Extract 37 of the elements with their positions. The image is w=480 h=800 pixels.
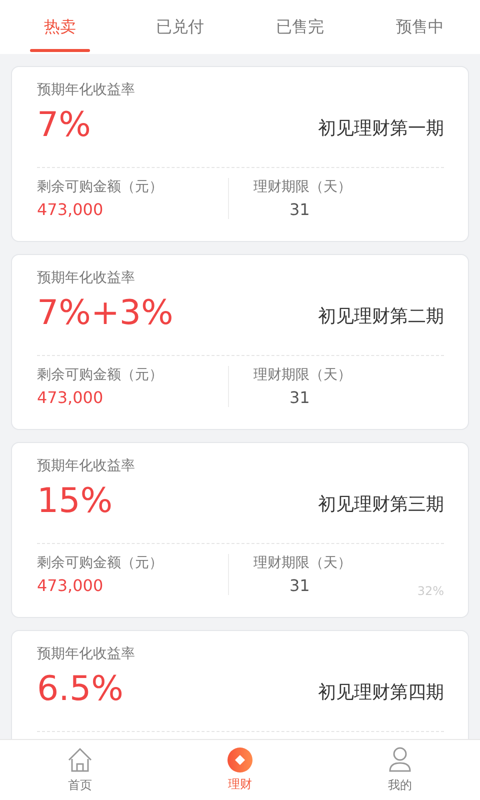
nav-item[interactable]: 我的: [320, 740, 480, 800]
rate-label: 预期年化收益率: [37, 457, 135, 475]
rate-label: 预期年化收益率: [37, 81, 135, 99]
tab[interactable]: 预售中: [360, 0, 480, 54]
amount-label: 剩余可购金额（元）: [37, 554, 164, 572]
product-card[interactable]: 预期年化收益率 7% 初见理财第一期 剩余可购金额（元） 473,000 理财期限（天） 31: [11, 66, 469, 242]
rate-value: 15%: [37, 481, 114, 521]
rate-value: 6.5%: [37, 669, 124, 709]
amount-value: 473,000: [37, 576, 104, 595]
product-title: 初见理财第三期: [318, 493, 444, 516]
tab[interactable]: 热卖: [0, 0, 120, 54]
rate-value: 7%+3%: [37, 293, 174, 333]
product-title: 初见理财第一期: [318, 117, 444, 140]
term-label: 理财期限（天）: [254, 178, 352, 196]
amount-value: 473,000: [37, 200, 104, 219]
amount-label: 剩余可购金额（元）: [37, 366, 164, 384]
product-card[interactable]: 预期年化收益率 6.5% 初见理财第四期: [11, 630, 469, 739]
nav-item[interactable]: 首页: [0, 740, 160, 800]
tab[interactable]: 已售完: [240, 0, 360, 54]
rate-value: 7%: [37, 105, 92, 145]
term-value: 31: [290, 388, 310, 407]
rate-label: 预期年化收益率: [37, 645, 135, 663]
coin-icon: [227, 747, 253, 773]
tab[interactable]: 已兑付: [120, 0, 240, 54]
nav-item[interactable]: 理财: [160, 740, 320, 800]
amount-value: 473,000: [37, 388, 104, 407]
home-icon: [66, 746, 94, 774]
term-label: 理财期限（天）: [254, 366, 352, 384]
product-title: 初见理财第四期: [318, 681, 444, 704]
user-icon: [387, 746, 413, 774]
term-value: 31: [290, 576, 310, 595]
term-value: 31: [290, 200, 310, 219]
rate-label: 预期年化收益率: [37, 269, 136, 287]
amount-label: 剩余可购金额（元）: [37, 178, 164, 196]
term-label: 理财期限（天）: [254, 554, 352, 572]
product-card[interactable]: 预期年化收益率 7%+3% 初见理财第二期 剩余可购金额（元） 473,000 理财期限（天） 31: [11, 254, 469, 430]
product-title: 初见理财第二期: [318, 305, 444, 328]
